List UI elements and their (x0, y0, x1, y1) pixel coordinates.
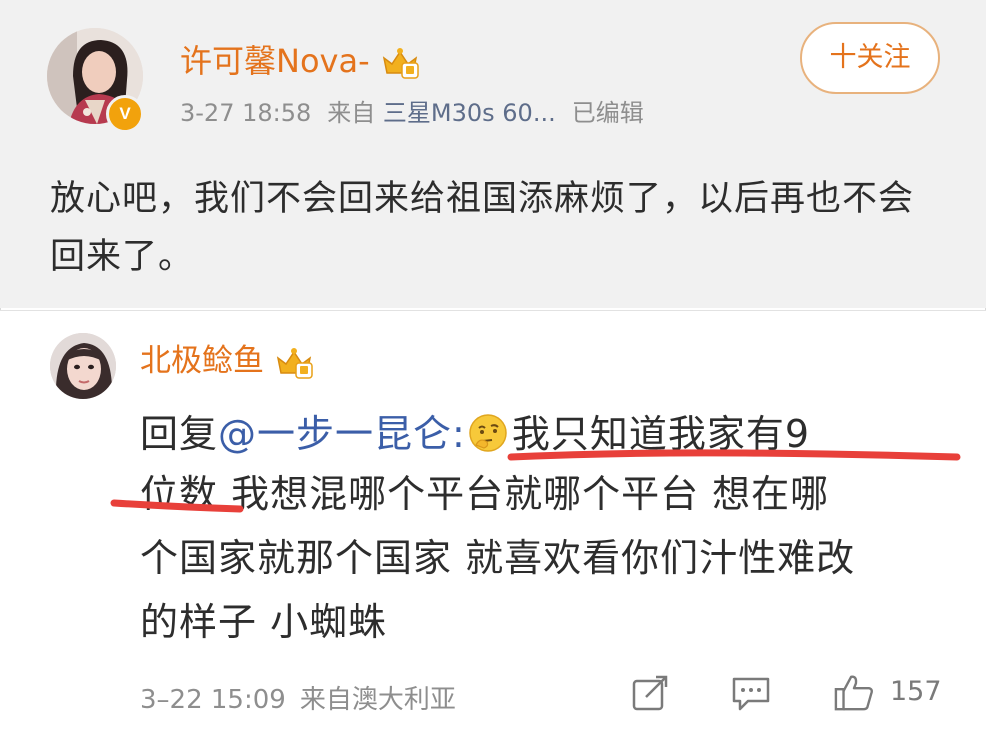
post-source-device[interactable]: 三星M30s 60... (383, 99, 556, 127)
post-date: 3-27 18:58 (180, 99, 312, 127)
edited-label[interactable]: 已编辑 (572, 99, 644, 127)
comment-meta: 3–22 15:09 来自澳大利亚 (140, 679, 456, 716)
follow-button[interactable]: 十关注 (800, 22, 940, 94)
post-username[interactable]: 许可馨Nova- (180, 36, 420, 82)
crown-badge-icon (382, 48, 419, 79)
comment-text-1: 我只知道我家有9 (511, 412, 811, 456)
thumbs-up-icon[interactable] (832, 673, 876, 713)
post-text: 放心吧，我们不会回来给祖国添麻烦了，以后再也不会回来了。 (50, 179, 915, 277)
thinking-face-emoji (469, 414, 507, 452)
comment-date: 3–22 15:09 (140, 685, 286, 715)
source-prefix: 来自 (327, 99, 376, 127)
commenter-username[interactable]: 北极鲶鱼 (140, 335, 314, 380)
reply-prefix: 回复 (140, 412, 219, 456)
reply-comment: 北极鲶鱼 回复@一步一昆仑: 我只知道我家有9 位数 我想混哪个平台就哪个平台 … (0, 310, 986, 737)
share-edit-icon[interactable] (630, 673, 670, 713)
mention-link[interactable]: @一步一昆仑: (218, 412, 466, 456)
verified-badge-icon: V (106, 95, 144, 133)
comment-line-2: 位数 我想混哪个平台就哪个平台 想在哪 (140, 472, 830, 516)
crown-badge-icon (276, 347, 313, 379)
commenter-avatar-photo (50, 333, 116, 399)
comment-line-1: 回复@一步一昆仑: 我只知道我家有9 (140, 403, 810, 458)
comment-location: 来自澳大利亚 (299, 685, 456, 715)
like-count: 157 (890, 676, 942, 707)
post-meta: 3-27 18:58 来自 三星M30s 60... 已编辑 (180, 93, 644, 128)
commenter-avatar[interactable] (50, 333, 116, 399)
comment-line-4: 的样子 小蜘蛛 (140, 600, 388, 644)
weibo-post: V 许可馨Nova- 3-27 18:58 来自 三星M30s 60... 已编辑 … (0, 0, 986, 308)
comment-line-3: 个国家就那个国家 就喜欢看你们汁性难改 (140, 536, 856, 580)
comment-icon[interactable] (730, 673, 772, 713)
